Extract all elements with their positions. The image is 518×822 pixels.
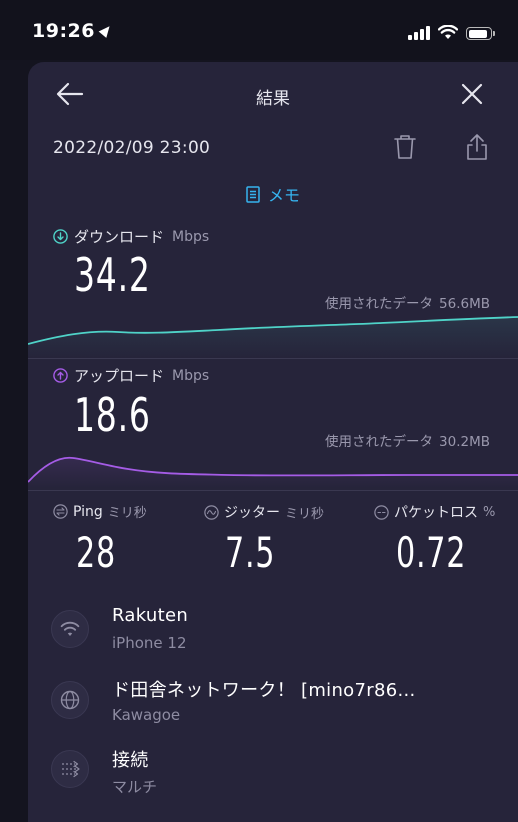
download-icon	[53, 229, 68, 244]
status-time-text: 19:26	[32, 20, 95, 42]
upload-label-text: アップロード	[74, 367, 165, 385]
upload-graph	[28, 456, 518, 488]
packet-loss-label: パケットロス %	[374, 502, 495, 522]
upload-unit: Mbps	[172, 367, 210, 384]
server-name[interactable]: ド田舎ネットワーク！ [mino7r86...	[112, 676, 416, 702]
jitter-label: ジッター ミリ秒	[204, 502, 324, 522]
close-icon[interactable]	[456, 78, 488, 110]
divider	[28, 358, 518, 359]
trash-icon[interactable]	[392, 133, 418, 161]
packet-loss-label-text: パケットロス	[394, 505, 478, 521]
packet-loss-unit: %	[483, 504, 496, 520]
memo-label: メモ	[267, 186, 300, 205]
upload-icon	[53, 368, 68, 383]
provider-name: Rakuten	[112, 605, 189, 626]
server-location: Kawagoe	[112, 706, 181, 724]
connection-label: 接続	[112, 750, 149, 771]
upload-value: 18.6	[74, 388, 151, 442]
result-sheet: 結果 2022/02/09 23:00 メモ ダウンロード Mbps 34.2 …	[28, 62, 518, 822]
download-unit: Mbps	[172, 228, 210, 245]
wifi-status-icon	[438, 25, 458, 39]
location-icon	[98, 23, 114, 38]
device-name: iPhone 12	[112, 634, 187, 652]
download-value: 34.2	[74, 248, 151, 302]
status-time: 19:26	[32, 20, 114, 42]
connections-icon	[51, 750, 89, 788]
ping-icon	[53, 504, 68, 519]
wifi-icon	[51, 610, 89, 648]
download-label: ダウンロード Mbps	[53, 226, 209, 247]
download-graph	[28, 316, 518, 358]
divider	[28, 490, 518, 491]
globe-icon	[51, 681, 89, 719]
ping-value: 28	[76, 528, 116, 577]
memo-icon	[246, 185, 260, 203]
battery-icon	[466, 27, 495, 40]
memo-button[interactable]: メモ	[28, 182, 518, 206]
share-icon[interactable]	[464, 132, 490, 162]
download-label-text: ダウンロード	[74, 228, 165, 246]
packet-loss-value: 0.72	[396, 528, 467, 577]
jitter-label-text: ジッター	[224, 505, 280, 521]
connection-type: マルチ	[112, 778, 158, 796]
jitter-value: 7.5	[225, 528, 276, 577]
test-date: 2022/02/09 23:00	[53, 138, 211, 158]
status-bar: 19:26	[0, 0, 518, 60]
signal-icon	[408, 26, 430, 40]
jitter-icon	[204, 504, 219, 520]
status-icons	[408, 24, 495, 40]
ping-label-text: Ping	[73, 503, 103, 520]
upload-label: アップロード Mbps	[53, 365, 209, 386]
packet-loss-icon	[374, 504, 389, 520]
ping-label: Ping ミリ秒	[53, 502, 147, 521]
page-title: 結果	[256, 89, 290, 109]
ping-unit: ミリ秒	[107, 506, 147, 521]
jitter-unit: ミリ秒	[285, 506, 325, 522]
